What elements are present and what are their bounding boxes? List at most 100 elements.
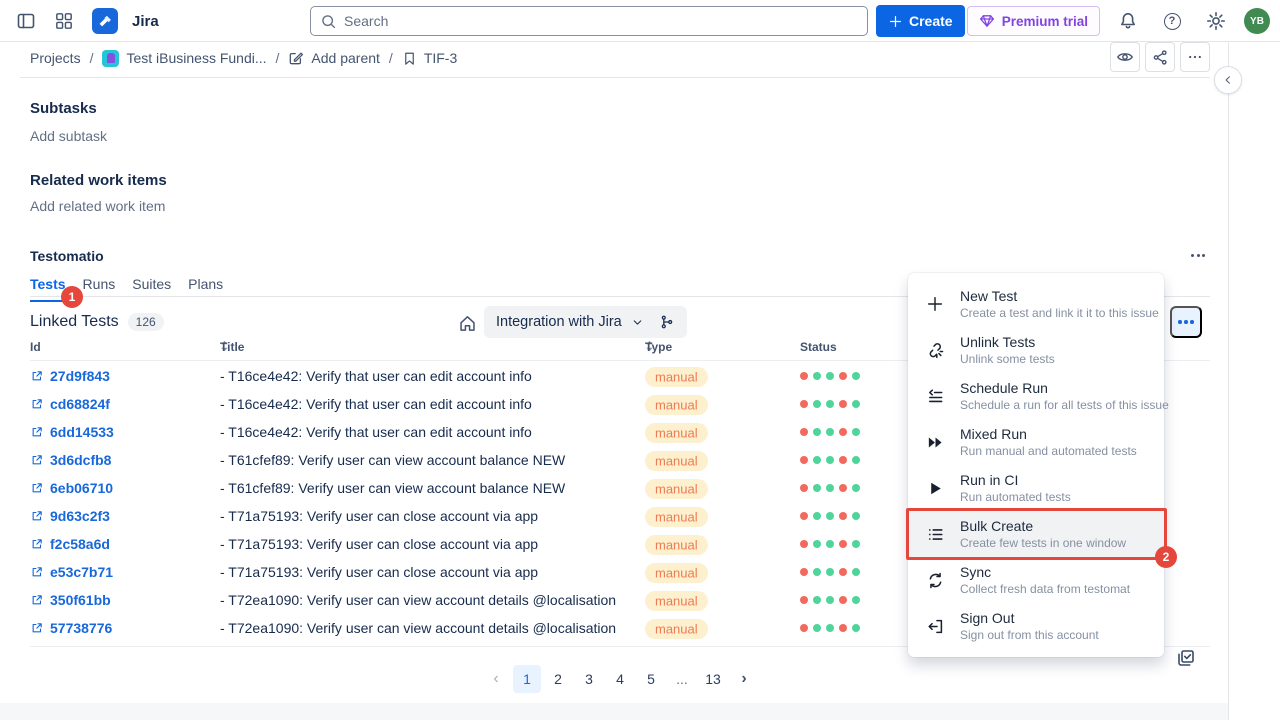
pagination-page-5[interactable]: 5 — [637, 665, 665, 693]
add-subtask-button[interactable]: Add subtask — [30, 128, 107, 144]
status-dots — [800, 484, 860, 492]
menu-item-sync[interactable]: SyncCollect fresh data from testomat — [908, 557, 1164, 603]
status-dots — [800, 456, 860, 464]
search-input[interactable] — [344, 13, 858, 29]
annotation-step-2: 2 — [1155, 546, 1177, 568]
test-title: - T71a75193: Verify user can close accou… — [220, 564, 538, 580]
sidebar-toggle-button[interactable] — [10, 5, 42, 37]
test-id-link[interactable]: 57738776 — [50, 620, 112, 636]
column-id[interactable]: Id — [30, 340, 41, 354]
breadcrumb-projects[interactable]: Projects — [30, 50, 81, 66]
external-link-icon[interactable] — [30, 369, 44, 383]
pagination-page-3[interactable]: 3 — [575, 665, 603, 693]
pagination-page-1[interactable]: 1 — [513, 665, 541, 693]
testomatio-tabs: Tests Runs Suites Plans — [30, 276, 223, 302]
top-navigation: Jira Create Premium trial ? YB — [0, 0, 1280, 42]
test-type-badge: manual — [645, 564, 708, 580]
linked-tests-more-button[interactable] — [1170, 306, 1202, 338]
panel-collapse-button[interactable] — [1214, 66, 1242, 94]
settings-button[interactable] — [1200, 5, 1232, 37]
tab-suites[interactable]: Suites — [132, 276, 171, 302]
pagination-next-button[interactable]: › — [730, 665, 758, 693]
test-id-link[interactable]: cd68824f — [50, 396, 110, 412]
test-id-link[interactable]: e53c7b71 — [50, 564, 113, 580]
status-dots — [800, 596, 860, 604]
project-selector-value: Integration with Jira — [496, 314, 622, 330]
menu-item-new-test[interactable]: New TestCreate a test and link it it to … — [908, 281, 1164, 327]
gem-icon — [979, 13, 995, 29]
tab-runs[interactable]: Runs — [83, 276, 116, 302]
plus-icon — [926, 295, 944, 313]
test-id-link[interactable]: 9d63c2f3 — [50, 508, 110, 524]
column-type[interactable]: Type — [645, 340, 654, 352]
test-id-link[interactable]: 6eb06710 — [50, 480, 113, 496]
premium-trial-button[interactable]: Premium trial — [967, 6, 1100, 36]
test-type-badge: manual — [645, 592, 708, 608]
test-title: - T72ea1090: Verify user can view accoun… — [220, 592, 616, 608]
share-icon — [1152, 49, 1169, 66]
notifications-button[interactable] — [1112, 5, 1144, 37]
external-link-icon[interactable] — [30, 509, 44, 523]
test-type-badge: manual — [645, 508, 708, 524]
test-id-link[interactable]: 350f61bb — [50, 592, 111, 608]
share-button[interactable] — [1145, 42, 1175, 72]
user-avatar[interactable]: YB — [1244, 8, 1270, 34]
external-link-icon[interactable] — [30, 537, 44, 551]
external-link-icon[interactable] — [30, 565, 44, 579]
menu-item-mixed-run[interactable]: Mixed RunRun manual and automated tests — [908, 419, 1164, 465]
test-id-link[interactable]: 3d6dcfb8 — [50, 452, 111, 468]
project-selector-dropdown[interactable]: Integration with Jira — [484, 306, 687, 338]
schedule-icon — [926, 387, 945, 406]
test-title: - T71a75193: Verify user can close accou… — [220, 508, 538, 524]
branch-icon — [659, 314, 675, 330]
add-related-work-button[interactable]: Add related work item — [30, 198, 165, 214]
select-tests-button[interactable] — [1176, 648, 1196, 668]
breadcrumb: Projects / Test iBusiness Fundi... / Add… — [30, 44, 457, 72]
right-rail-divider — [1228, 42, 1229, 720]
pagination-prev-button[interactable]: ‹ — [482, 665, 510, 693]
subtasks-heading: Subtasks — [30, 100, 97, 117]
more-actions-button[interactable] — [1180, 42, 1210, 72]
linked-tests-count-badge: 126 — [128, 313, 164, 331]
bell-icon — [1118, 11, 1138, 31]
search-icon — [320, 13, 337, 30]
external-link-icon[interactable] — [30, 481, 44, 495]
app-switcher-button[interactable] — [48, 5, 80, 37]
external-link-icon[interactable] — [30, 397, 44, 411]
home-button[interactable] — [455, 311, 479, 335]
external-link-icon[interactable] — [30, 593, 44, 607]
test-id-link[interactable]: f2c58a6d — [50, 536, 110, 552]
jira-logo-icon[interactable] — [92, 8, 118, 34]
pagination-page-2[interactable]: 2 — [544, 665, 572, 693]
menu-item-sign-out[interactable]: Sign OutSign out from this account — [908, 603, 1164, 649]
breadcrumb-issue[interactable]: TIF-3 — [402, 50, 457, 66]
external-link-icon[interactable] — [30, 425, 44, 439]
pagination-page-13[interactable]: 13 — [699, 665, 727, 693]
external-link-icon[interactable] — [30, 453, 44, 467]
checklist-icon — [1176, 648, 1196, 668]
project-avatar-icon — [102, 50, 119, 67]
test-id-link[interactable]: 6dd14533 — [50, 424, 114, 440]
search-bar[interactable] — [310, 6, 868, 36]
chevron-left-icon — [1222, 74, 1234, 86]
breadcrumb-project[interactable]: Test iBusiness Fundi... — [102, 50, 266, 67]
column-title[interactable]: Title — [220, 340, 229, 352]
menu-item-schedule-run[interactable]: Schedule RunSchedule a run for all tests… — [908, 373, 1164, 419]
add-parent-button[interactable]: Add parent — [288, 50, 380, 66]
issue-actions — [1110, 42, 1210, 72]
menu-item-bulk-create[interactable]: Bulk CreateCreate few tests in one windo… — [908, 511, 1164, 557]
testomatio-more-button[interactable] — [1184, 244, 1212, 266]
test-title: - T16ce4e42: Verify that user can edit a… — [220, 424, 532, 440]
help-button[interactable]: ? — [1156, 5, 1188, 37]
menu-item-unlink-tests[interactable]: Unlink TestsUnlink some tests — [908, 327, 1164, 373]
test-id-link[interactable]: 27d9f843 — [50, 368, 110, 384]
pagination-page-4[interactable]: 4 — [606, 665, 634, 693]
external-link-icon[interactable] — [30, 621, 44, 635]
test-title: - T16ce4e42: Verify that user can edit a… — [220, 396, 532, 412]
menu-item-run-in-ci[interactable]: Run in CIRun automated tests — [908, 465, 1164, 511]
watch-button[interactable] — [1110, 42, 1140, 72]
create-button[interactable]: Create — [876, 5, 965, 37]
test-type-badge: manual — [645, 620, 708, 636]
play-icon — [926, 479, 945, 498]
tab-plans[interactable]: Plans — [188, 276, 223, 302]
